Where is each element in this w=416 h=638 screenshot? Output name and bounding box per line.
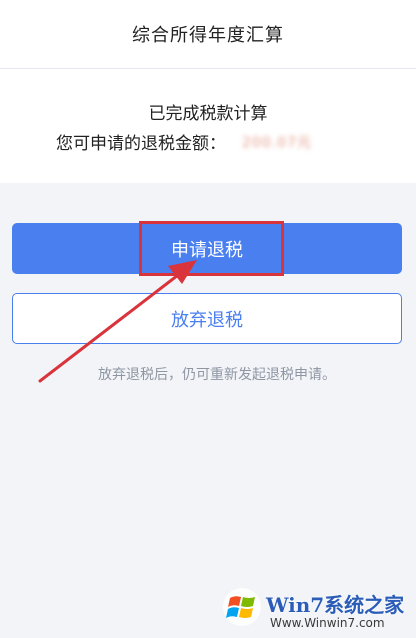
watermark-url: Www.Winwin7.com — [270, 616, 385, 630]
top-bar: 综合所得年度汇算 — [0, 0, 416, 69]
page-title: 综合所得年度汇算 — [132, 25, 284, 46]
watermark: Win7系统之家 Www.Winwin7.com — [222, 585, 412, 635]
refund-amount-row: 您可申请的退税金额： 200.07元 — [56, 129, 312, 154]
abandon-hint-text: 放弃退税后，仍可重新发起退税申请。 — [98, 367, 336, 383]
status-complete-text: 已完成税款计算 — [148, 104, 268, 124]
watermark-brand: Win7系统之家 — [266, 593, 405, 617]
refund-amount-label: 您可申请的退税金额： — [56, 134, 226, 154]
status-card: 已完成税款计算 您可申请的退税金额： 200.07元 — [0, 69, 416, 183]
abandon-refund-button[interactable]: 放弃退税 — [12, 293, 402, 344]
refund-amount-value: 200.07元 — [242, 134, 312, 151]
apply-refund-button[interactable]: 申请退税 — [12, 223, 402, 274]
windows-logo-icon — [223, 588, 261, 626]
